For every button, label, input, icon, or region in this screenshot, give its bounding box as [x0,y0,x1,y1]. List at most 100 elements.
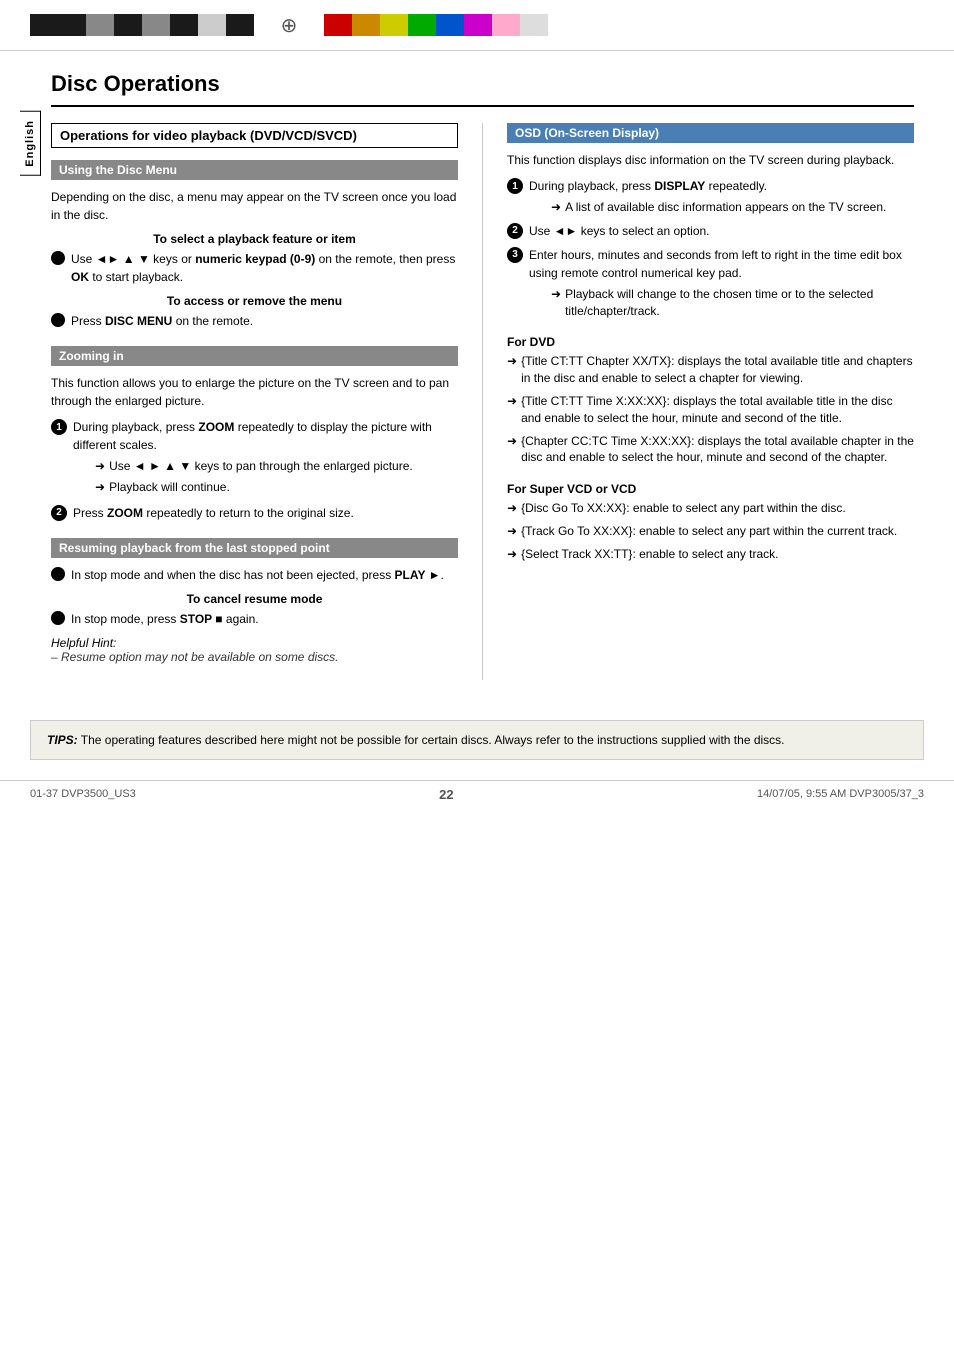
color-block-8 [226,14,254,36]
dvd-arrow-1: ➜ [507,353,517,370]
two-col-layout: Operations for video playback (DVD/VCD/S… [51,123,914,680]
arrow-sym-1: ➜ [95,458,105,475]
operations-section: Operations for video playback (DVD/VCD/S… [51,123,458,330]
hint-label: Helpful Hint: [51,636,458,650]
osd-step3-text: Enter hours, minutes and seconds from le… [529,246,914,282]
bullet-disc-menu-2-text: Press DISC MENU on the remote. [71,312,253,330]
zoom-step1-num: 1 [51,419,67,435]
resuming-bullet1: In stop mode and when the disc has not b… [51,566,458,584]
for-vcd-heading: For Super VCD or VCD [507,482,914,496]
color-block-4 [114,14,142,36]
bullet-disc-menu-2: Press DISC MENU on the remote. [51,312,458,330]
zoom-step1-arrow1: ➜ Use ◄ ► ▲ ▼ keys to pan through the en… [95,458,458,475]
zoom-step1-text: During playback, press ZOOM repeatedly t… [73,418,458,454]
resuming-bullet2: In stop mode, press STOP ■ again. [51,610,458,628]
color-block-1 [30,14,58,36]
osd-step3-content: Enter hours, minutes and seconds from le… [529,246,914,320]
color-block-5 [142,14,170,36]
vcd-item-1: ➜ {Disc Go To XX:XX}: enable to select a… [507,500,914,517]
color-block-7 [198,14,226,36]
hint-text: – Resume option may not be available on … [51,650,458,664]
top-bar: ⊕ [0,0,954,51]
osd-step2-num: 2 [507,223,523,239]
page-container: English Disc Operations Operations for v… [0,51,954,700]
compass-icon: ⊕ [274,10,304,40]
hint-label-text: Helpful Hint: [51,636,116,650]
for-vcd-section: For Super VCD or VCD ➜ {Disc Go To XX:XX… [507,482,914,562]
disc-menu-header-text: Using the Disc Menu [59,163,177,177]
resuming-header: Resuming playback from the last stopped … [51,538,458,558]
vcd-item-2: ➜ {Track Go To XX:XX}: enable to select … [507,523,914,540]
osd-step1-arrow: ➜ A list of available disc information a… [551,199,886,216]
operations-header: Operations for video playback (DVD/VCD/S… [60,128,357,143]
disc-menu-intro: Depending on the disc, a menu may appear… [51,188,458,224]
osd-header: OSD (On-Screen Display) [507,123,914,143]
color-block-r6 [464,14,492,36]
resuming-bullet1-circle [51,567,65,581]
dvd-item-3: ➜ {Chapter CC:TC Time X:XX:XX}: displays… [507,433,914,467]
color-blocks-left [30,14,254,36]
zooming-header-text: Zooming in [59,349,124,363]
zoom-step1-arrow2: ➜ Playback will continue. [95,479,458,496]
resuming-header-text: Resuming playback from the last stopped … [59,541,330,555]
resuming-bullet1-text: In stop mode and when the disc has not b… [71,566,444,584]
resuming-bullet2-text: In stop mode, press STOP ■ again. [71,610,259,628]
sidebar-label: English [24,120,36,167]
dvd-arrow-3: ➜ [507,433,517,450]
osd-step3-arrow: ➜ Playback will change to the chosen tim… [551,286,914,320]
dvd-item-3-text: {Chapter CC:TC Time X:XX:XX}: displays t… [521,433,914,467]
main-content: Disc Operations Operations for video pla… [41,71,924,680]
vcd-item-2-text: {Track Go To XX:XX}: enable to select an… [521,523,897,540]
zoom-step2-text: Press ZOOM repeatedly to return to the o… [73,504,354,522]
color-blocks-right [324,14,924,36]
color-block-6 [170,14,198,36]
color-block-r4 [408,14,436,36]
osd-intro: This function displays disc information … [507,151,914,169]
vcd-item-3-text: {Select Track XX:TT}: enable to select a… [521,546,778,563]
osd-step3-arrow-text: Playback will change to the chosen time … [565,286,914,320]
tips-text: The operating features described here mi… [81,733,785,747]
for-dvd-heading: For DVD [507,335,914,349]
color-block-r3 [380,14,408,36]
osd-step1-content: During playback, press DISPLAY repeatedl… [529,177,886,216]
zoom-step2: 2 Press ZOOM repeatedly to return to the… [51,504,458,522]
osd-step3-num: 3 [507,247,523,263]
right-column: OSD (On-Screen Display) This function di… [507,123,914,680]
zooming-section: Zooming in This function allows you to e… [51,346,458,522]
color-block-2 [58,14,86,36]
footer-left: 01-37 DVP3500_US3 [30,788,136,800]
tips-box: TIPS: The operating features described h… [30,720,924,760]
zooming-header: Zooming in [51,346,458,366]
bullet-circle-2 [51,313,65,327]
footer-right: 14/07/05, 9:55 AM DVP3005/37_3 [757,788,924,800]
sub-heading-select: To select a playback feature or item [51,232,458,246]
col-divider [482,123,483,680]
osd-step1-arrow-text: A list of available disc information app… [565,199,886,216]
vcd-arrow-1: ➜ [507,500,517,517]
dvd-item-2-text: {Title CT:TT Time X:XX:XX}: displays the… [521,393,914,427]
arrow-sym-2: ➜ [95,479,105,496]
tips-label: TIPS: [47,733,78,747]
bullet-disc-menu-1-text: Use ◄► ▲ ▼ keys or numeric keypad (0-9) … [71,250,458,286]
osd-arrow-sym-1: ➜ [551,199,561,216]
disc-menu-header: Using the Disc Menu [51,160,458,180]
osd-step2-text: Use ◄► keys to select an option. [529,222,710,240]
page-title: Disc Operations [51,71,914,107]
osd-step1-text: During playback, press DISPLAY repeatedl… [529,177,886,195]
resuming-section: Resuming playback from the last stopped … [51,538,458,664]
cancel-resume-sub: To cancel resume mode [51,592,458,606]
for-dvd-section: For DVD ➜ {Title CT:TT Chapter XX/TX}: d… [507,335,914,466]
dvd-item-2: ➜ {Title CT:TT Time X:XX:XX}: displays t… [507,393,914,427]
osd-step3: 3 Enter hours, minutes and seconds from … [507,246,914,320]
osd-step1-num: 1 [507,178,523,194]
color-block-r2 [352,14,380,36]
hint-block: Helpful Hint: – Resume option may not be… [51,636,458,664]
osd-arrow-sym-3: ➜ [551,286,561,303]
zoom-step1-arrow1-text: Use ◄ ► ▲ ▼ keys to pan through the enla… [109,458,413,475]
osd-header-text: OSD (On-Screen Display) [515,126,659,140]
left-column: Operations for video playback (DVD/VCD/S… [51,123,458,680]
vcd-arrow-3: ➜ [507,546,517,563]
vcd-item-1-text: {Disc Go To XX:XX}: enable to select any… [521,500,846,517]
dvd-item-1: ➜ {Title CT:TT Chapter XX/TX}: displays … [507,353,914,387]
bullet-disc-menu-1: Use ◄► ▲ ▼ keys or numeric keypad (0-9) … [51,250,458,286]
